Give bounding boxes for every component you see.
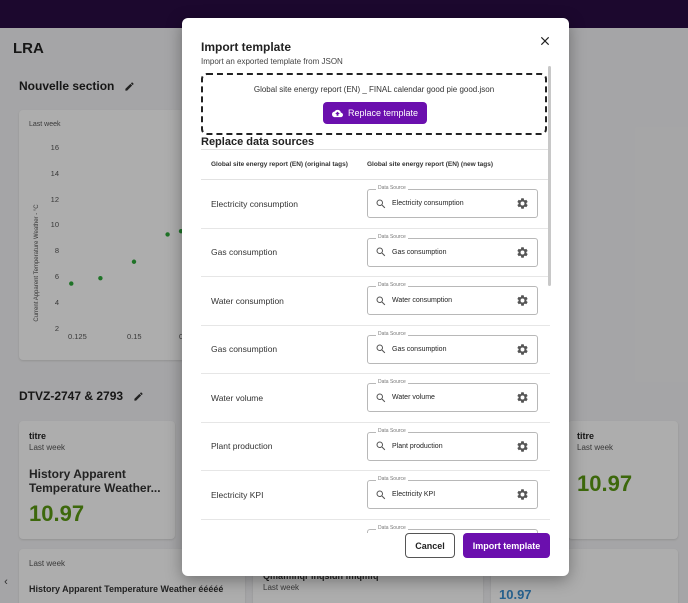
original-tag: Gas consumption [211,247,278,258]
import-template-button[interactable]: Import template [463,533,550,558]
data-source-field[interactable]: Data Source Plant production [367,427,538,461]
search-icon [376,393,386,402]
data-source-field[interactable]: Data Source Electricity consumption [367,185,538,219]
table-row: Electricity KPI Data Source Electricity KP… [201,471,550,520]
table-row: Plant production Data Source Plant product… [201,423,550,471]
data-source-field[interactable]: Data Source Gas consumption [367,330,538,364]
field-label: Data Source [376,185,408,192]
search-icon [376,199,386,208]
search-icon [376,441,386,451]
table-row: Water consumption Data Source Water consum… [201,277,550,326]
search-icon [376,344,386,354]
original-tag: Gas consumption [211,344,278,355]
replace-template-button[interactable]: Replace template [323,102,427,124]
data-sources-table: Global site energy report (EN) (original… [201,149,550,533]
gear-icon[interactable] [516,391,529,404]
data-source-value: Electricity KPI [392,491,436,499]
data-source-value: Gas consumption [392,248,447,256]
data-source-value: Plant production [392,442,443,450]
table-row: Electricity consumption Data Source Electr… [201,180,550,229]
data-source-field[interactable]: Data Source Gas consumption [367,233,538,267]
search-icon [376,490,386,499]
dialog-title: Import template [201,40,292,54]
table-header: Global site energy report (EN) (original… [201,150,550,180]
search-icon [376,247,386,257]
table-row: Gas consumption Data Source Gas consumptio… [201,229,550,277]
dialog-subtitle: Import an exported template from JSON [201,57,343,66]
original-tag: Plant production [211,441,273,452]
field-label: Data Source [376,476,408,483]
field-label: Data Source [376,233,408,240]
data-source-value: Gas consumption [392,345,447,353]
gear-icon[interactable] [516,197,529,210]
column-header-original: Global site energy report (EN) (original… [211,161,348,168]
gear-icon[interactable] [516,440,529,453]
table-row: Water volume Data Source Water volume [201,374,550,423]
close-icon[interactable] [538,34,552,48]
gear-icon[interactable] [516,488,529,501]
gear-icon[interactable] [516,294,529,307]
field-label: Data Source [376,524,408,531]
original-tag: Electricity consumption [211,198,298,209]
data-source-field[interactable]: Data Source Electricity KPI [367,476,538,510]
replace-template-label: Replace template [347,108,419,118]
gear-icon[interactable] [516,343,529,356]
selected-file-name: Global site energy report (EN) _ FINAL c… [253,85,495,94]
original-tag: Water volume [211,392,264,403]
original-tag: Electricity KPI [211,489,264,500]
file-drop-zone[interactable]: Global site energy report (EN) _ FINAL c… [201,73,547,135]
import-template-dialog: Import template Import an exported templ… [182,18,569,576]
original-tag: Water consumption [211,295,284,306]
field-label: Data Source [376,379,408,386]
data-source-value: Water consumption [392,297,453,305]
scrollbar[interactable] [548,66,551,286]
cancel-button[interactable]: Cancel [405,533,455,558]
gear-icon[interactable] [516,246,529,259]
column-header-new: Global site energy report (EN) (new tags… [367,161,494,168]
data-source-value: Water volume [392,394,435,402]
replace-data-sources-title: Replace data sources [201,136,315,148]
data-source-field[interactable]: Data Source Water volume [367,379,538,413]
field-label: Data Source [376,427,408,434]
search-icon [376,296,386,305]
field-label: Data Source [376,330,408,337]
data-source-field[interactable]: Data Source Water consumption [367,282,538,316]
table-row: Data Source [201,520,550,533]
field-label: Data Source [376,282,408,289]
data-source-value: Electricity consumption [392,200,464,208]
cloud-upload-icon [331,109,343,117]
table-row: Gas consumption Data Source Gas consumptio… [201,326,550,374]
